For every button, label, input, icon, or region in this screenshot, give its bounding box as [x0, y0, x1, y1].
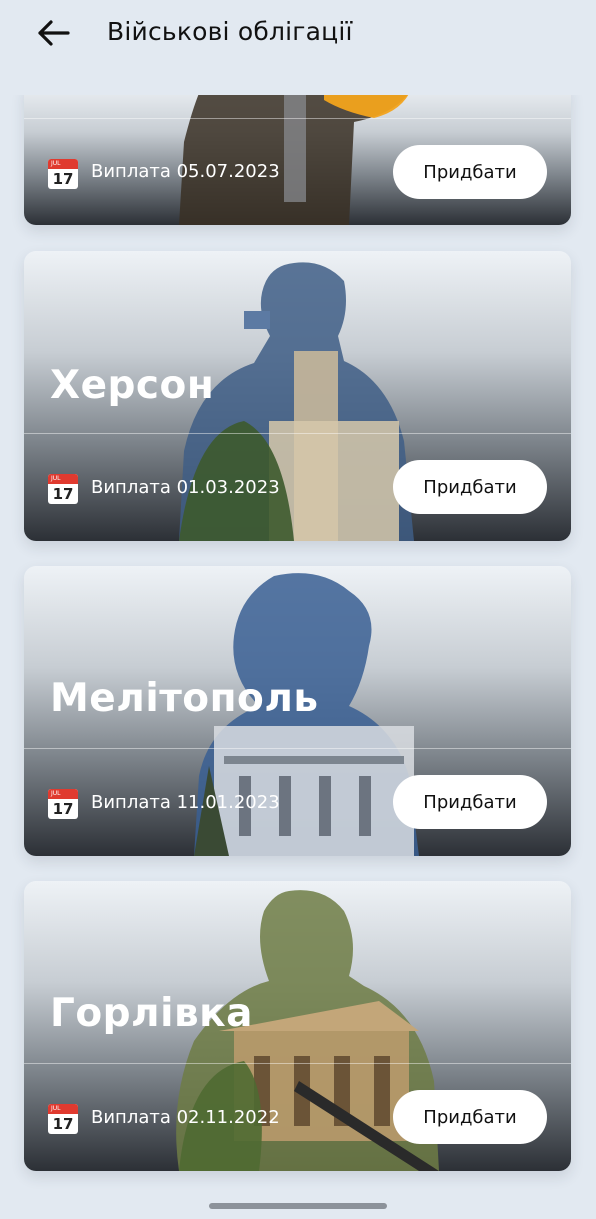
bond-card: JUL 17 Виплата 05.07.2023 Придбати — [24, 82, 571, 225]
city-name: Мелітополь — [50, 676, 319, 721]
card-divider — [24, 1063, 571, 1064]
city-name: Херсон — [50, 363, 215, 408]
calendar-icon: JUL 17 — [48, 789, 78, 819]
payout-date: Виплата 05.07.2023 — [91, 161, 280, 182]
card-divider — [24, 433, 571, 434]
buy-button[interactable]: Придбати — [393, 460, 547, 514]
page-title: Військові облігації — [107, 17, 353, 46]
bond-card: Горлівка JUL 17 Виплата 02.11.2022 Придб… — [24, 881, 571, 1171]
buy-button[interactable]: Придбати — [393, 775, 547, 829]
calendar-icon: JUL 17 — [48, 474, 78, 504]
calendar-icon: JUL 17 — [48, 159, 78, 189]
payout-date: Виплата 02.11.2022 — [91, 1107, 280, 1128]
bond-card: Херсон JUL 17 Виплата 01.03.2023 Придбат… — [24, 251, 571, 541]
city-name: Горлівка — [50, 991, 253, 1036]
buy-button[interactable]: Придбати — [393, 1090, 547, 1144]
calendar-icon: JUL 17 — [48, 1104, 78, 1134]
payout-date: Виплата 11.01.2023 — [91, 792, 280, 813]
bond-card: Мелітополь JUL 17 Виплата 11.01.2023 При… — [24, 566, 571, 856]
payout-date: Виплата 01.03.2023 — [91, 477, 280, 498]
card-artwork — [179, 82, 414, 225]
arrow-left-icon — [38, 20, 70, 46]
home-indicator[interactable] — [209, 1203, 387, 1209]
app-header: Військові облігації — [0, 0, 596, 95]
buy-button[interactable]: Придбати — [393, 145, 547, 199]
card-divider — [24, 748, 571, 749]
card-divider — [24, 118, 571, 119]
back-button[interactable] — [32, 12, 76, 54]
